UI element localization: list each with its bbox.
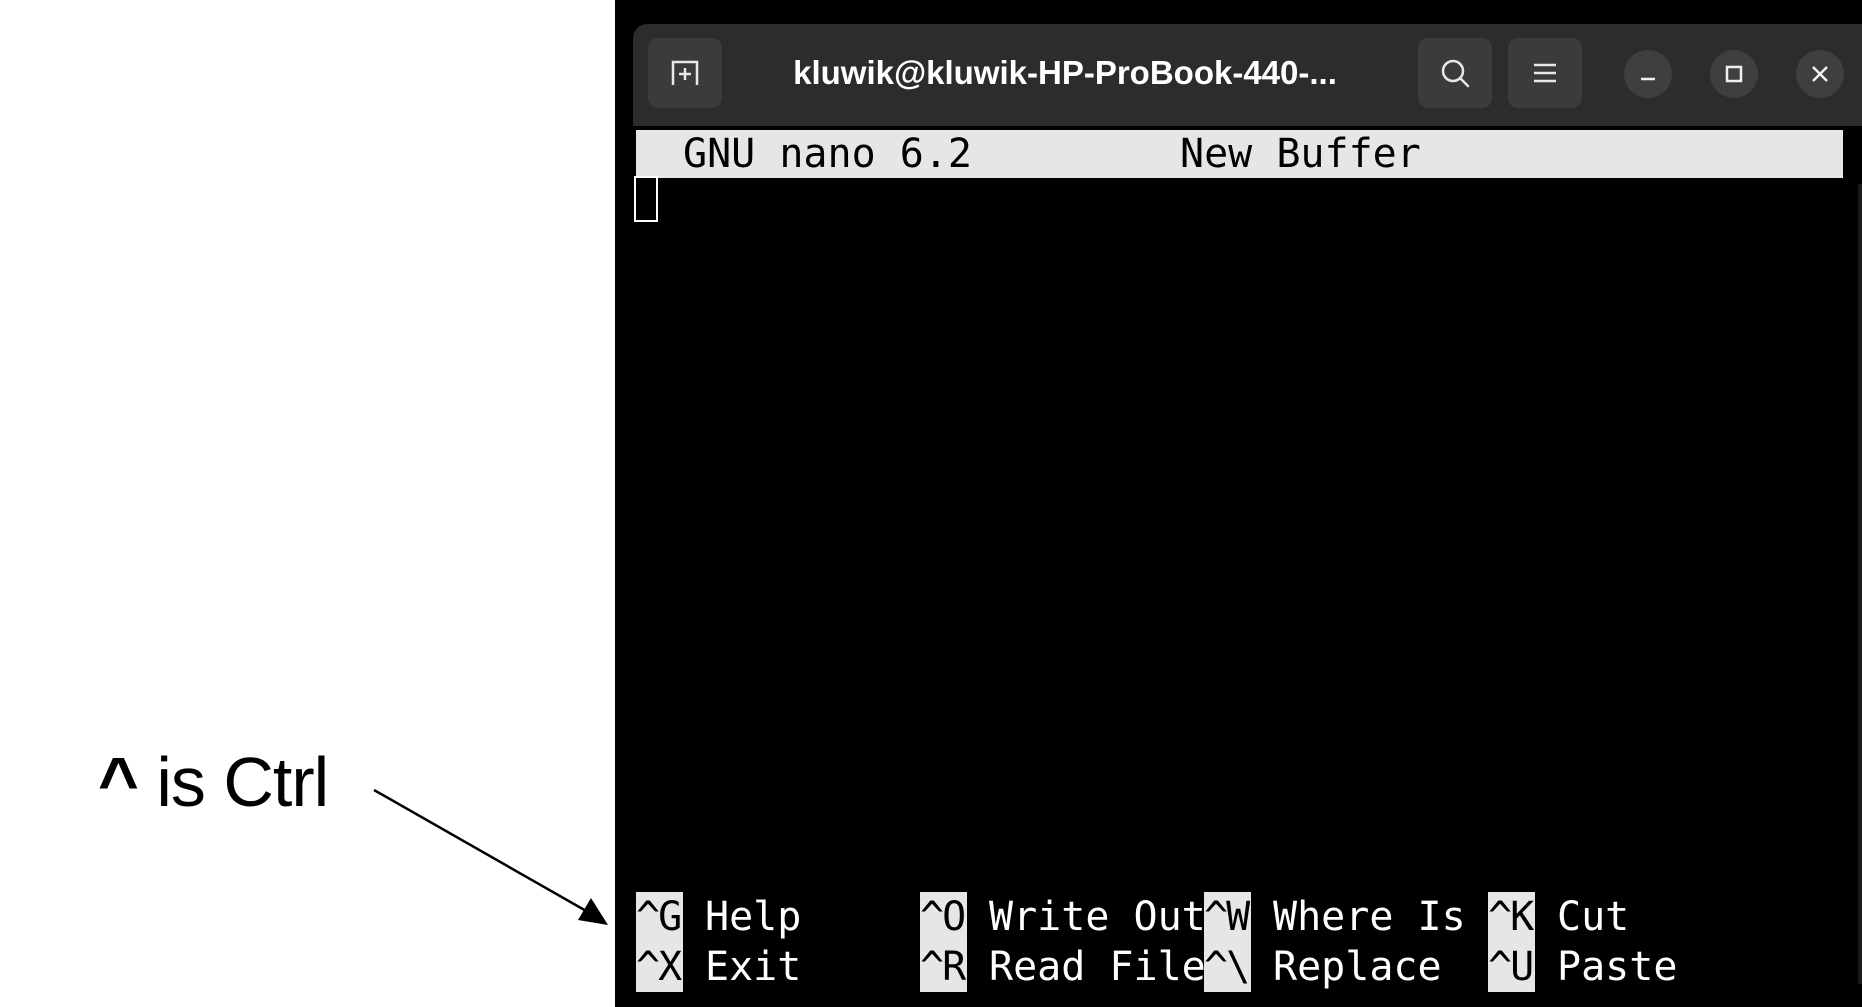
nano-header-bar: GNU nano 6.2 New Buffer [636, 130, 1843, 178]
annotation-text: is Ctrl [137, 743, 329, 821]
shortcut-exit: ^X Exit [636, 942, 801, 992]
annotation-caret: ^ [98, 743, 139, 821]
shortcut-label: Exit [705, 944, 802, 990]
close-icon [1812, 66, 1828, 82]
search-icon [1441, 59, 1470, 88]
shortcut-label: Cut [1557, 894, 1630, 940]
shortcut-label: Where Is [1273, 894, 1466, 940]
menu-button[interactable] [1508, 38, 1582, 108]
shortcut-read-file: ^R Read File [920, 942, 1206, 992]
screenshot-stage: ^ is Ctrl kluwik@kluwik-HP-ProBook-440-.… [0, 0, 1862, 1007]
shortcut-write-out: ^O Write Out [920, 892, 1206, 942]
search-button[interactable] [1418, 38, 1492, 108]
shortcut-label: Help [705, 894, 802, 940]
shortcut-key: ^K [1488, 892, 1535, 942]
shortcut-replace: ^\ Replace [1204, 942, 1442, 992]
nano-buffer-name: New Buffer [1180, 131, 1421, 177]
nano-version: GNU nano 6.2 [683, 131, 972, 177]
hamburger-menu-icon [1534, 63, 1556, 83]
shortcut-key: ^G [636, 892, 683, 942]
shortcut-key: ^\ [1204, 942, 1251, 992]
close-button[interactable] [1796, 50, 1844, 98]
maximize-button[interactable] [1710, 50, 1758, 98]
shortcut-cut: ^K Cut [1488, 892, 1629, 942]
shortcut-key: ^O [920, 892, 967, 942]
text-cursor [634, 176, 658, 222]
window-title: kluwik@kluwik-HP-ProBook-440-... [793, 54, 1337, 91]
new-tab-button[interactable] [648, 38, 722, 108]
shortcut-key: ^R [920, 942, 967, 992]
shortcut-where-is: ^W Where Is [1204, 892, 1466, 942]
shortcut-help: ^G Help [636, 892, 801, 942]
shortcut-label: Read File [989, 944, 1206, 990]
shortcut-label: Paste [1557, 944, 1678, 990]
terminal-window: kluwik@kluwik-HP-ProBook-440-... GNU nan… [633, 24, 1862, 1007]
shortcut-label: Write Out [989, 894, 1206, 940]
terminal-scrollbar[interactable] [1858, 184, 1862, 984]
shortcut-label: Replace [1273, 944, 1442, 990]
new-tab-icon [671, 60, 699, 85]
maximize-icon [1725, 65, 1743, 83]
shortcut-key: ^U [1488, 942, 1535, 992]
shortcut-key: ^X [636, 942, 683, 992]
window-titlebar[interactable]: kluwik@kluwik-HP-ProBook-440-... [633, 24, 1862, 126]
shortcut-paste: ^U Paste [1488, 942, 1677, 992]
shortcut-key: ^W [1204, 892, 1251, 942]
annotation-caption: ^ is Ctrl [98, 742, 329, 822]
minimize-icon [1641, 77, 1655, 81]
minimize-button[interactable] [1624, 50, 1672, 98]
